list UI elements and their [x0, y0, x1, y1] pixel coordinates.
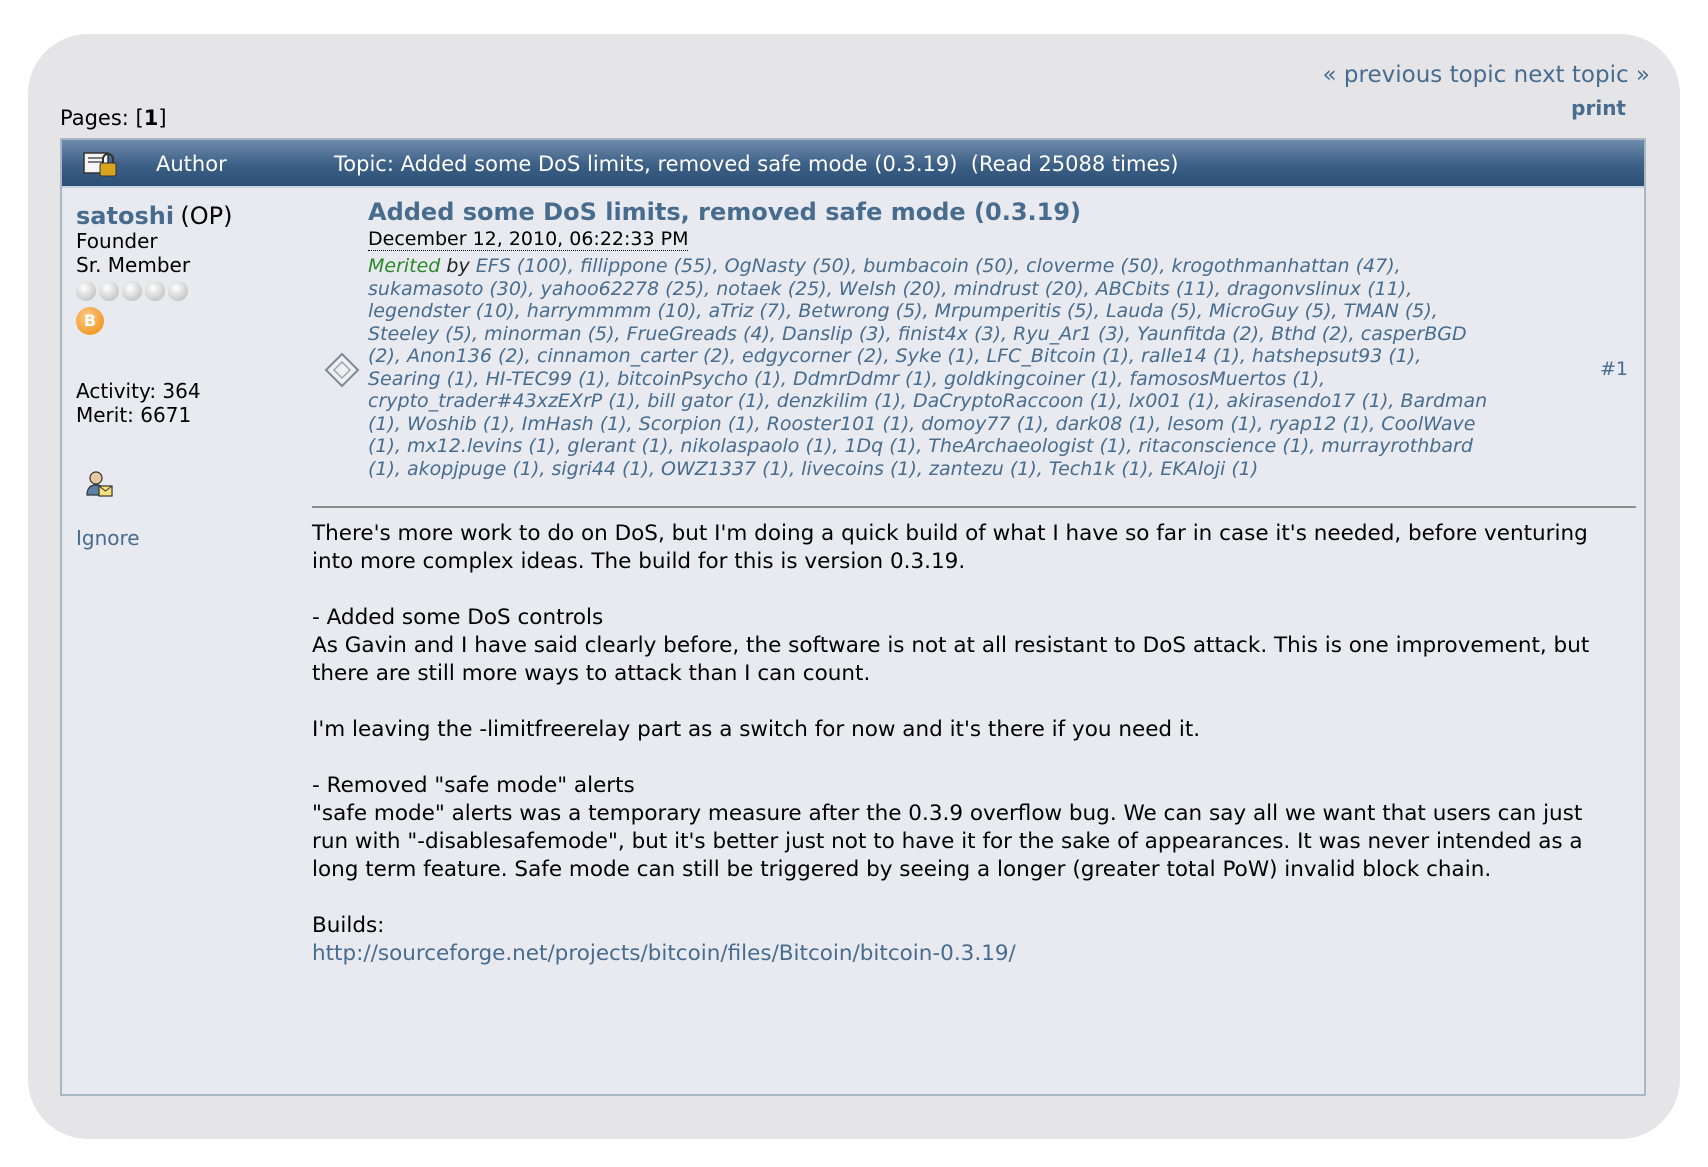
- post-container: Author Topic: Added some DoS limits, rem…: [60, 138, 1646, 1096]
- star-icon: [145, 281, 165, 301]
- merited-label[interactable]: Merited: [368, 255, 440, 277]
- post-line: - Added some DoS controls: [312, 605, 604, 630]
- post-body: There's more work to do on DoS, but I'm …: [312, 520, 1622, 996]
- post-line: "safe mode" alerts was a temporary measu…: [312, 801, 1583, 882]
- bitcoin-badge-icon: B: [76, 307, 104, 335]
- star-icon: [99, 281, 119, 301]
- post-paragraph: There's more work to do on DoS, but I'm …: [312, 521, 1588, 574]
- ignore-link[interactable]: Ignore: [76, 526, 316, 550]
- pagination: Pages: [1]: [60, 106, 167, 130]
- personal-message-icon[interactable]: [84, 469, 114, 499]
- post-paragraph: - Removed "safe mode" alerts "safe mode" …: [312, 772, 1622, 884]
- pages-label: Pages: [: [60, 106, 144, 130]
- post-subject[interactable]: Added some DoS limits, removed safe mode…: [368, 198, 1498, 226]
- poster-info: satoshi (OP) Founder Sr. Member B Activi…: [76, 204, 316, 550]
- merited-by-label: by: [440, 255, 476, 277]
- topic-locked-icon: [83, 152, 117, 177]
- post-paragraph: - Added some DoS controls As Gavin and I …: [312, 604, 1622, 688]
- star-icon: [122, 281, 142, 301]
- post-divider: [312, 506, 1636, 508]
- next-topic-link[interactable]: next topic »: [1514, 62, 1650, 88]
- pages-close: ]: [158, 106, 167, 130]
- post-paragraph: I'm leaving the -limitfreerelay part as …: [312, 717, 1201, 742]
- post-line: - Removed "safe mode" alerts: [312, 773, 635, 798]
- post-paragraph: Builds: http://sourceforge.net/projects/b…: [312, 912, 1622, 968]
- author-column-header: Author: [156, 152, 227, 176]
- topic-navigation: « previous topic next topic »: [1323, 62, 1650, 88]
- post-header: Added some DoS limits, removed safe mode…: [368, 198, 1498, 480]
- current-page[interactable]: 1: [144, 106, 159, 130]
- star-icon: [76, 281, 96, 301]
- merit-list: Merited by EFS (100), fillippone (55), O…: [368, 255, 1498, 480]
- poster-merit: Merit: 6671: [76, 403, 192, 427]
- star-icon: [168, 281, 188, 301]
- print-link[interactable]: print: [1571, 96, 1626, 120]
- poster-title: Founder: [76, 229, 158, 253]
- page-frame: « previous topic next topic » Pages: [1]…: [28, 34, 1680, 1139]
- post-icon: [324, 352, 360, 388]
- topic-title-header: Topic: Added some DoS limits, removed sa…: [334, 152, 1179, 176]
- rank-stars: [76, 281, 316, 301]
- post-line: As Gavin and I have said clearly before,…: [312, 633, 1590, 686]
- poster-activity: Activity: 364: [76, 379, 201, 403]
- previous-topic-link[interactable]: « previous topic: [1323, 62, 1507, 88]
- post-date: December 12, 2010, 06:22:33 PM: [368, 228, 689, 251]
- merit-givers[interactable]: EFS (100), fillippone (55), OgNasty (50)…: [368, 255, 1487, 480]
- post-number[interactable]: #1: [1600, 358, 1628, 380]
- builds-link[interactable]: http://sourceforge.net/projects/bitcoin/…: [312, 941, 1016, 966]
- op-marker: (OP): [180, 202, 233, 230]
- post-line: Builds:: [312, 913, 385, 938]
- poster-username[interactable]: satoshi: [76, 202, 174, 230]
- topic-header-bar: Author Topic: Added some DoS limits, rem…: [62, 140, 1644, 188]
- poster-rank: Sr. Member: [76, 253, 191, 277]
